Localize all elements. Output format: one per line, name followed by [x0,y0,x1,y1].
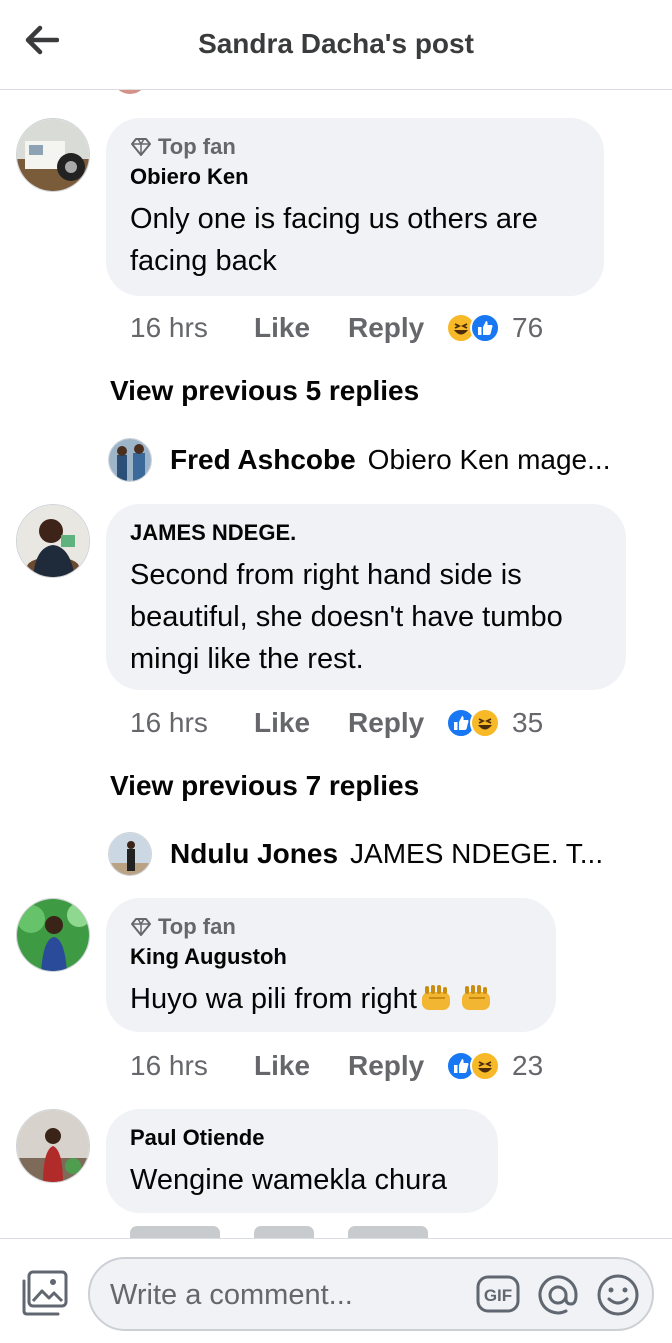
reply-button[interactable]: Reply [348,312,446,344]
reaction-count: 35 [512,707,544,738]
app-header: Sandra Dacha's post [0,0,672,90]
mention-button[interactable] [536,1273,580,1317]
emoji-icon [597,1274,639,1316]
comment-text: Only one is facing us others are facing … [130,203,538,277]
fist-emoji-icon [461,985,490,1010]
fist-emoji-icon [421,985,450,1010]
badge-label: Top fan [158,134,236,159]
reply-text: Obiero Ken mage... [367,444,611,475]
latest-reply[interactable]: Ndulu Jones JAMES NDEGE. T... [108,831,603,877]
emoji-button[interactable] [596,1273,640,1317]
reaction-summary[interactable]: 23 [446,1050,543,1082]
comment-author[interactable]: Paul Otiende [130,1125,474,1151]
comment-time[interactable]: 16 hrs [130,707,254,739]
comment-time[interactable]: 16 hrs [130,1050,254,1082]
gif-button[interactable]: GIF [476,1275,520,1313]
comment-input[interactable]: Write a comment... GIF [88,1257,654,1331]
reply-author[interactable]: Fred Ashcobe [170,444,356,476]
avatar[interactable] [16,118,90,192]
comment-actions: 16 hrs Like Reply 35 [130,703,543,743]
reply-button[interactable]: Reply [348,1050,446,1082]
reply-text: JAMES NDEGE. T... [350,838,604,869]
comment-actions: 16 hrs Like Reply 23 [130,1046,543,1086]
reply-author[interactable]: Ndulu Jones [170,838,338,870]
page-title: Sandra Dacha's post [198,28,474,59]
haha-reaction-icon [470,1051,500,1081]
avatar[interactable] [16,1109,90,1183]
avatar[interactable] [108,832,152,876]
comment-actions: 16 hrs Like Reply 76 [130,308,543,348]
like-reaction-icon [470,313,500,343]
comment-text: Huyo wa pili from right [130,978,532,1020]
reaction-summary[interactable]: 76 [446,312,543,344]
at-sign-icon [538,1275,578,1315]
avatar[interactable] [16,898,90,972]
comment-author[interactable]: JAMES NDEGE. [130,520,602,546]
reaction-count: 23 [512,1050,544,1081]
latest-reply[interactable]: Fred Ashcobe Obiero Ken mage... [108,437,610,483]
comment-input-placeholder: Write a comment... [110,1279,353,1311]
gif-icon: GIF [476,1275,520,1313]
comment-text: Second from right hand side is beautiful… [130,559,563,675]
top-fan-badge: Top fan [130,914,532,940]
comment-bubble[interactable]: JAMES NDEGE. Second from right hand side… [106,504,626,690]
comment-author[interactable]: King Augustoh [130,944,532,970]
like-button[interactable]: Like [254,1050,348,1082]
diamond-icon [131,918,151,936]
avatar[interactable] [108,438,152,482]
photo-button[interactable] [20,1269,70,1317]
like-button[interactable]: Like [254,707,348,739]
comment-bubble[interactable]: Paul Otiende Wengine wamekla chura [106,1109,498,1213]
badge-label: Top fan [158,914,236,939]
comment-bubble[interactable]: Top fan Obiero Ken Only one is facing us… [106,118,604,296]
photo-icon [22,1270,68,1316]
comment-author[interactable]: Obiero Ken [130,164,580,190]
svg-text:GIF: GIF [484,1286,512,1305]
comment-composer: Write a comment... GIF [0,1238,672,1343]
avatar[interactable] [16,504,90,578]
diamond-icon [131,138,151,156]
comment-bubble[interactable]: Top fan King Augustoh Huyo wa pili from … [106,898,556,1032]
comment-text-content: Huyo wa pili from right [130,983,417,1015]
reaction-summary[interactable]: 35 [446,707,543,739]
comment-text: Wengine wamekla chura [130,1164,448,1196]
haha-reaction-icon [470,708,500,738]
view-previous-replies-link[interactable]: View previous 7 replies [110,770,419,802]
comment-time[interactable]: 16 hrs [130,312,254,344]
reply-button[interactable]: Reply [348,707,446,739]
top-fan-badge: Top fan [130,134,580,160]
view-previous-replies-link[interactable]: View previous 5 replies [110,375,419,407]
like-button[interactable]: Like [254,312,348,344]
reaction-count: 76 [512,312,544,343]
